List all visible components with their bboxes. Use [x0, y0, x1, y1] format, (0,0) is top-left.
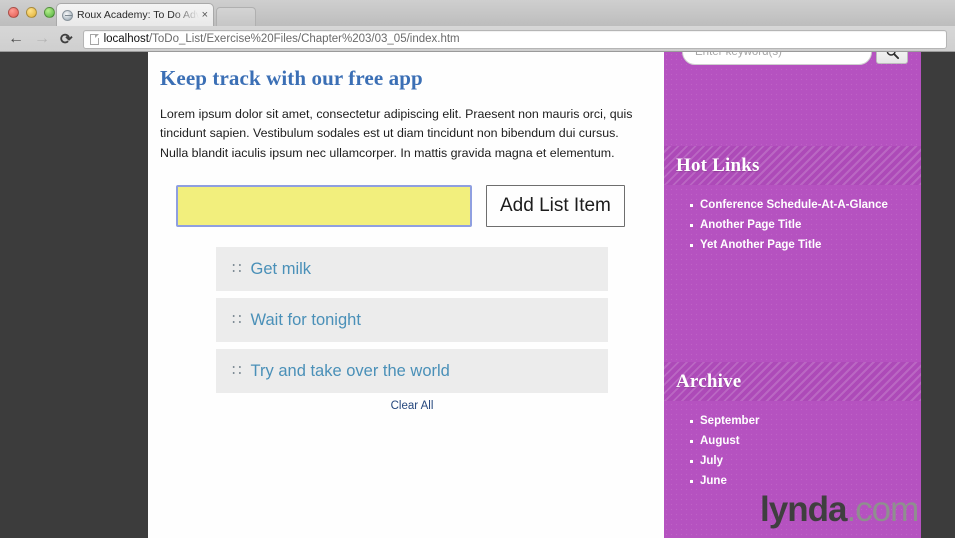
new-item-input[interactable] [184, 189, 464, 224]
search-row: Enter keyword(s) [682, 52, 908, 65]
add-list-item-button[interactable]: Add List Item [486, 185, 625, 228]
page-viewport: Keep track with our free app Lorem ipsum… [0, 52, 955, 538]
sidebar-link[interactable]: August [690, 433, 921, 451]
back-icon[interactable]: ← [8, 31, 24, 47]
reload-icon[interactable]: ⟳ [60, 32, 73, 47]
sidebar-spacer-archive [664, 256, 921, 362]
list-item[interactable]: ∷ Get milk [216, 247, 608, 292]
drag-handle-icon[interactable]: ∷ [232, 312, 241, 327]
intro-paragraph: Lorem ipsum dolor sit amet, consectetur … [160, 107, 633, 160]
sidebar-link[interactable]: Another Page Title [690, 217, 921, 235]
list-item[interactable]: ∷ Try and take over the world [216, 349, 608, 394]
tab-title: Roux Academy: To Do Adva [77, 9, 199, 21]
add-item-row: Add List Item [176, 185, 654, 228]
forward-icon[interactable]: → [34, 31, 50, 47]
clear-all-link[interactable]: Clear All [216, 400, 608, 412]
url-host: localhost [103, 33, 149, 45]
close-tab-icon[interactable]: × [199, 9, 208, 21]
sidebar-section-title-archive: Archive [664, 362, 921, 402]
sidebar-section-title-hot-links: Hot Links [664, 146, 921, 185]
favicon-icon [62, 9, 73, 21]
list-item-label[interactable]: Try and take over the world [251, 362, 450, 381]
todo-list: ∷ Get milk ∷ Wait for tonight ∷ Try and … [216, 247, 608, 394]
search-button[interactable] [876, 52, 908, 64]
minimize-window-button[interactable] [26, 7, 37, 18]
main-content: Keep track with our free app Lorem ipsum… [148, 52, 664, 538]
browser-chrome: Roux Academy: To Do Adva × ← → ⟳ localho… [0, 0, 955, 52]
sidebar-list-hot-links: Conference Schedule-At-A-Glance Another … [664, 185, 921, 254]
drag-handle-icon[interactable]: ∷ [232, 261, 241, 276]
list-item-label[interactable]: Get milk [251, 260, 312, 279]
list-item-label[interactable]: Wait for tonight [251, 311, 361, 330]
sidebar-link[interactable]: Conference Schedule-At-A-Glance [690, 197, 921, 215]
sidebar-top-spacer [664, 52, 921, 146]
sidebar: Enter keyword(s) Hot Links Conference Sc… [664, 52, 921, 538]
search-icon [886, 52, 899, 59]
tab-strip: Roux Academy: To Do Adva × [0, 0, 955, 26]
page-title: Keep track with our free app [160, 66, 423, 90]
sidebar-link[interactable]: June [690, 473, 921, 491]
url-text: localhost/ToDo_List/Exercise%20Files/Cha… [104, 33, 460, 45]
url-path: /ToDo_List/Exercise%20Files/Chapter%203/… [148, 33, 460, 45]
sidebar-link[interactable]: July [690, 453, 921, 471]
sidebar-spacer-categories [664, 493, 921, 538]
address-bar[interactable]: localhost/ToDo_List/Exercise%20Files/Cha… [82, 29, 947, 49]
new-tab-button[interactable] [216, 7, 256, 26]
browser-tab[interactable]: Roux Academy: To Do Adva × [56, 3, 214, 26]
new-item-field-wrapper[interactable] [176, 185, 472, 228]
window-controls [8, 7, 55, 18]
maximize-window-button[interactable] [44, 7, 55, 18]
sidebar-link[interactable]: September [690, 413, 921, 431]
sidebar-link[interactable]: Yet Another Page Title [690, 237, 921, 255]
drag-handle-icon[interactable]: ∷ [232, 363, 241, 378]
list-item[interactable]: ∷ Wait for tonight [216, 298, 608, 343]
search-input[interactable]: Enter keyword(s) [682, 52, 872, 65]
close-window-button[interactable] [8, 7, 19, 18]
navigation-toolbar: ← → ⟳ localhost/ToDo_List/Exercise%20Fil… [0, 26, 955, 52]
page-info-icon [89, 33, 99, 45]
browser-window: Roux Academy: To Do Adva × ← → ⟳ localho… [0, 0, 955, 538]
sidebar-list-archive: September August July June [664, 401, 921, 490]
